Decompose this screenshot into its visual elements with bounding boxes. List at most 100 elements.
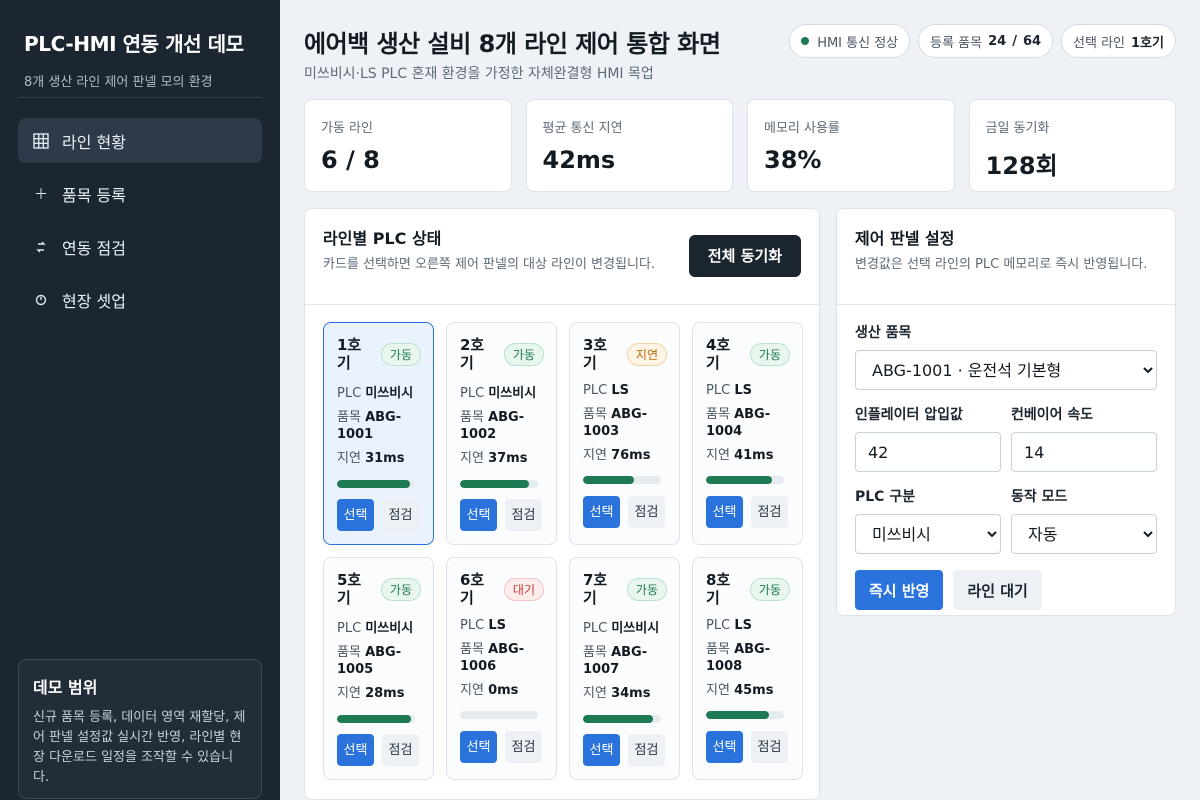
product-select[interactable]: ABG-1001 · 운전석 기본형 [855,350,1157,390]
line-card-info: PLC LS 품목 ABG-1003 지연 76ms [583,382,669,471]
plc-line: PLC LS [706,617,792,634]
line-card[interactable]: 6호기 대기 PLC LS 품목 ABG-1006 지연 0ms 선택 점검 [446,557,557,780]
inspect-line-button[interactable]: 점검 [382,499,419,531]
sidebar-item-link-check[interactable]: 연동 점검 [18,224,262,269]
sidebar-nav: 라인 현황 ＋ 품목 등록 연동 점검 현장 셋업 [18,118,262,330]
select-line-button[interactable]: 선택 [706,731,743,763]
panel-title: 제어 판넬 설정 [855,229,955,248]
status-badge: 대기 [503,578,544,601]
mode-col: 동작 모드 자동 [1011,486,1157,554]
delay-value: 0ms [488,683,519,698]
plc-value: LS [734,383,752,398]
line-card[interactable]: 1호기 가동 PLC 미쓰비시 품목 ABG-1001 지연 31ms 선택 점검 [323,322,434,545]
select-line-button[interactable]: 선택 [337,734,374,766]
sidebar-item-line-status[interactable]: 라인 현황 [18,118,262,163]
line-card[interactable]: 5호기 가동 PLC 미쓰비시 품목 ABG-1005 지연 28ms 선택 점검 [323,557,434,780]
inspect-line-button[interactable]: 점검 [628,496,665,528]
progress-fill [583,476,634,484]
item-line: 품목 ABG-1002 [460,409,546,443]
inspect-line-button[interactable]: 점검 [751,731,788,763]
control-actions: 즉시 반영 라인 대기 [855,570,1157,610]
status-badge: 지연 [626,343,667,366]
speed-col: 컨베이어 속도 [1011,404,1157,472]
mode-select[interactable]: 자동 [1011,514,1157,554]
line-card-info: PLC 미쓰비시 품목 ABG-1005 지연 28ms [337,620,423,709]
inspect-line-button[interactable]: 점검 [751,496,788,528]
line-card[interactable]: 2호기 가동 PLC 미쓰비시 품목 ABG-1002 지연 37ms 선택 점검 [446,322,557,545]
card-actions: 선택 점검 [337,734,419,766]
select-line-button[interactable]: 선택 [583,734,620,766]
product-label: 생산 품목 [855,325,912,341]
pressure-input[interactable] [855,432,1001,472]
line-card-name: 7호기 [583,571,608,607]
select-line-button[interactable]: 선택 [337,499,374,531]
item-line: 품목 ABG-1008 [706,641,792,675]
line-card[interactable]: 8호기 가동 PLC LS 품목 ABG-1008 지연 45ms 선택 점검 [692,557,803,780]
sync-all-button[interactable]: 전체 동기화 [689,235,801,277]
demo-scope-box: 데모 범위 신규 품목 등록, 데이터 영역 재할당, 제어 판넬 설정값 실시… [18,659,262,799]
inspect-line-button[interactable]: 점검 [505,499,542,531]
control-panel-header: 제어 판넬 설정 변경값은 선택 라인의 PLC 메모리로 즉시 반영됩니다. [837,209,1175,305]
brand-subtitle: 8개 생산 라인 제어 판넬 모의 환경 [24,75,213,90]
line-card[interactable]: 4호기 가동 PLC LS 품목 ABG-1004 지연 41ms 선택 점검 [692,322,803,545]
delay-line: 지연 41ms [706,447,792,464]
sidebar-item-product-register[interactable]: ＋ 품목 등록 [18,171,262,216]
delay-label: 지연 [706,448,730,463]
scope-text: 신규 품목 등록, 데이터 영역 재할당, 제어 판넬 설정값 실시간 반영, … [33,710,246,785]
items-count-current: 24 [988,33,1007,49]
progress-bar [337,480,415,488]
progress-bar [706,711,784,719]
brand-title: PLC-HMI 연동 개선 데모 [24,32,244,56]
select-line-button[interactable]: 선택 [460,731,497,763]
card-actions: 선택 점검 [460,731,542,763]
apply-now-button[interactable]: 즉시 반영 [855,570,944,610]
sidebar-item-label: 현장 셋업 [62,291,126,311]
items-count-sep: / [1012,33,1017,49]
plc-label: PLC [460,618,485,633]
card-actions: 선택 점검 [583,734,665,766]
status-badge: 가동 [503,343,544,366]
inspect-line-button[interactable]: 점검 [628,734,665,766]
page-subtitle: 미쓰비시·LS PLC 혼재 환경을 가정한 자체완결형 HMI 목업 [304,66,654,82]
inspect-line-button[interactable]: 점검 [505,731,542,763]
inspect-line-button[interactable]: 점검 [382,734,419,766]
delay-line: 지연 37ms [460,450,546,467]
delay-value: 37ms [488,451,528,466]
scope-title: 데모 범위 [33,678,98,697]
header-chips: HMI 통신 정상 등록 품목 24 / 64 선택 라인 1호기 [789,24,1176,58]
sidebar-item-label: 라인 현황 [62,132,126,152]
plc-type-select[interactable]: 미쓰비시 [855,514,1001,554]
select-line-button[interactable]: 선택 [583,496,620,528]
stat-label: 가동 라인 [321,121,373,136]
pressure-label: 인플레이터 압입값 [855,407,963,423]
card-actions: 선택 점검 [706,496,788,528]
sidebar-item-field-setup[interactable]: 현장 셋업 [18,277,262,322]
line-card-name: 6호기 [460,571,485,607]
comm-status-text: HMI 통신 정상 [817,35,899,51]
plc-type-label: PLC 구분 [855,489,916,505]
progress-bar [706,476,784,484]
card-actions: 선택 점검 [460,499,542,531]
select-line-button[interactable]: 선택 [706,496,743,528]
line-standby-button[interactable]: 라인 대기 [953,570,1042,610]
line-card-info: PLC 미쓰비시 품목 ABG-1001 지연 31ms [337,385,423,474]
line-status-header: 라인별 PLC 상태 카드를 선택하면 오른쪽 제어 판넬의 대상 라인이 변경… [305,209,819,305]
line-card-name: 8호기 [706,571,731,607]
mode-label: 동작 모드 [1011,489,1068,505]
delay-label: 지연 [337,451,361,466]
plc-line: PLC 미쓰비시 [337,620,423,637]
line-card-info: PLC LS 품목 ABG-1004 지연 41ms [706,382,792,471]
line-card[interactable]: 7호기 가동 PLC 미쓰비시 품목 ABG-1007 지연 34ms 선택 점검 [569,557,680,780]
card-actions: 선택 점검 [706,731,788,763]
speed-input[interactable] [1011,432,1157,472]
plc-type-col: PLC 구분 미쓰비시 [855,486,1001,554]
main-content: 에어백 생산 설비 8개 라인 제어 통합 화면 미쓰비시·LS PLC 혼재 … [280,0,1200,800]
item-line: 품목 ABG-1001 [337,409,423,443]
select-line-button[interactable]: 선택 [460,499,497,531]
items-count-chip: 등록 품목 24 / 64 [918,24,1054,58]
sidebar-divider [18,97,262,98]
delay-label: 지연 [583,448,607,463]
line-card[interactable]: 3호기 지연 PLC LS 품목 ABG-1003 지연 76ms 선택 점검 [569,322,680,545]
sidebar: PLC-HMI 연동 개선 데모 8개 생산 라인 제어 판넬 모의 환경 라인… [0,0,280,800]
progress-fill [337,480,410,488]
